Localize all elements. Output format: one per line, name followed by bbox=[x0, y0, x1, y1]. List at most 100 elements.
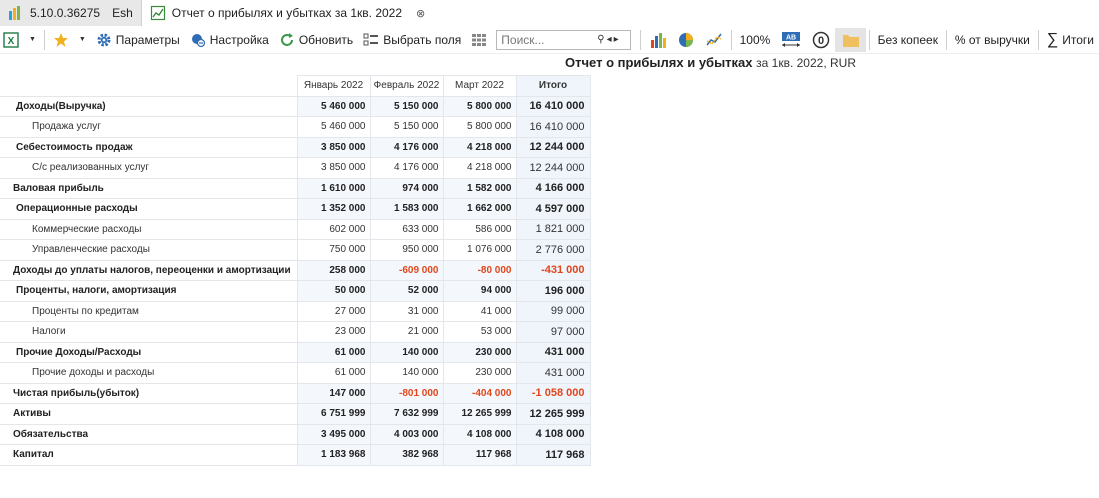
value-cell: 7 632 999 bbox=[370, 403, 444, 425]
table-row[interactable]: Продажа услуг 5 460 000 5 150 000 5 800 000… bbox=[0, 116, 591, 138]
row-label: Управленческие расходы bbox=[0, 239, 298, 261]
value-cell: 21 000 bbox=[370, 321, 444, 343]
table-row[interactable]: Налоги 23 000 21 000 53 000 97 000 bbox=[0, 321, 591, 343]
toolbar-separator bbox=[730, 29, 732, 50]
table-row[interactable]: Прочие Доходы/Расходы 61 000 140 000 230 00… bbox=[0, 342, 591, 363]
value-cell: 750 000 bbox=[297, 239, 371, 261]
params-button[interactable]: Параметры bbox=[91, 28, 185, 52]
sigma-icon: ∑ bbox=[1046, 30, 1059, 48]
close-tab-icon[interactable]: ⊗ bbox=[416, 7, 425, 20]
value-cell: 258 000 bbox=[297, 260, 371, 281]
value-cell: 53 000 bbox=[443, 321, 517, 343]
row-label: Коммерческие расходы bbox=[0, 219, 298, 240]
favorites-dropdown[interactable]: ▼ bbox=[74, 28, 91, 52]
excel-export-button[interactable]: X bbox=[0, 28, 24, 52]
row-label: Доходы до уплаты налогов, переоценки и а… bbox=[0, 260, 298, 281]
total-cell: 431 000 bbox=[516, 342, 591, 363]
table-row[interactable]: Чистая прибыль(убыток) 147 000 -801 000 -40… bbox=[0, 383, 591, 404]
value-cell: 140 000 bbox=[370, 342, 444, 363]
line-chart-icon bbox=[705, 31, 723, 49]
table-row[interactable]: Проценты по кредитам 27 000 31 000 41 000 99… bbox=[0, 301, 591, 322]
search-nav-icons[interactable]: ⚲◂▸ bbox=[597, 34, 620, 45]
total-cell: 12 244 000 bbox=[516, 137, 591, 158]
grid-view-button[interactable] bbox=[466, 28, 492, 52]
refresh-label: Обновить bbox=[298, 32, 354, 47]
tab-report-title: Отчет о прибылях и убытках за 1кв. 2022 bbox=[171, 6, 403, 20]
tab-report[interactable]: Отчет о прибылях и убытках за 1кв. 2022 … bbox=[141, 0, 434, 26]
excel-export-dropdown[interactable]: ▼ bbox=[24, 28, 41, 52]
table-row[interactable]: Валовая прибыль 1 610 000 974 000 1 582 000… bbox=[0, 178, 591, 199]
value-cell: 140 000 bbox=[370, 362, 444, 384]
no-kopecks-button[interactable]: Без копеек bbox=[873, 28, 943, 52]
folder-toggle-button[interactable] bbox=[835, 27, 866, 52]
table-row[interactable]: Активы 6 751 999 7 632 999 12 265 999 12 265… bbox=[0, 403, 591, 425]
report-chart-icon bbox=[150, 5, 166, 21]
value-cell: 3 495 000 bbox=[297, 424, 371, 445]
value-cell: 586 000 bbox=[443, 219, 517, 240]
row-label: Доходы(Выручка) bbox=[0, 96, 298, 117]
row-label: Чистая прибыль(убыток) bbox=[0, 383, 298, 404]
total-cell: 12 265 999 bbox=[516, 403, 591, 425]
value-cell: 230 000 bbox=[443, 362, 517, 384]
revenue-pct-label: % от выручки bbox=[954, 32, 1030, 47]
toolbar: X ▼ ▼ Параметры Настройка Обновить Выбра… bbox=[0, 26, 1099, 54]
ab-width-icon: AB bbox=[780, 31, 802, 49]
table-row[interactable]: Операционные расходы 1 352 000 1 583 000 1 … bbox=[0, 198, 591, 220]
column-header-total[interactable]: Итого bbox=[516, 75, 591, 97]
header-blank-cell bbox=[0, 75, 298, 97]
table-row[interactable]: Доходы до уплаты налогов, переоценки и а… bbox=[0, 260, 591, 281]
column-header[interactable]: Январь 2022 bbox=[297, 75, 371, 97]
app-tab[interactable]: 5.10.0.36275 Esh bbox=[0, 0, 142, 26]
table-row[interactable]: Себестоимость продаж 3 850 000 4 176 000 4 … bbox=[0, 137, 591, 158]
table-row[interactable]: Обязательства 3 495 000 4 003 000 4 108 000… bbox=[0, 424, 591, 445]
value-cell: 52 000 bbox=[370, 280, 444, 302]
column-header[interactable]: Март 2022 bbox=[443, 75, 517, 97]
chevron-down-icon: ▼ bbox=[78, 36, 86, 43]
toolbar-separator bbox=[639, 29, 641, 50]
report-title: Отчет о прибылях и убытках за 1кв. 2022,… bbox=[565, 55, 856, 70]
fields-list-icon bbox=[363, 32, 379, 48]
zoom-button[interactable]: 100% bbox=[735, 28, 776, 52]
value-cell: 5 800 000 bbox=[443, 96, 517, 117]
gear-icon bbox=[96, 32, 112, 48]
value-cell: 5 460 000 bbox=[297, 96, 371, 117]
table-row[interactable]: Коммерческие расходы 602 000 633 000 586 00… bbox=[0, 219, 591, 240]
table-row[interactable]: Проценты, налоги, амортизация 50 000 52 00… bbox=[0, 280, 591, 302]
totals-button[interactable]: ∑ Итоги bbox=[1042, 28, 1099, 52]
value-cell: 23 000 bbox=[297, 321, 371, 343]
report-title-sub: за 1кв. 2022, RUR bbox=[756, 56, 856, 70]
setup-button[interactable]: Настройка bbox=[185, 28, 274, 52]
value-cell: 230 000 bbox=[443, 342, 517, 363]
bar-chart-button[interactable] bbox=[644, 28, 672, 52]
table-row[interactable]: Капитал 1 183 968 382 968 117 968 117 968 bbox=[0, 444, 591, 466]
column-header[interactable]: Февраль 2022 bbox=[370, 75, 444, 97]
value-cell: 4 003 000 bbox=[370, 424, 444, 445]
pie-chart-button[interactable] bbox=[672, 28, 700, 52]
row-label: Проценты по кредитам bbox=[0, 301, 298, 322]
value-cell: 94 000 bbox=[443, 280, 517, 302]
revenue-pct-button[interactable]: % от выручки bbox=[950, 28, 1035, 52]
value-cell: 5 460 000 bbox=[297, 116, 371, 138]
column-width-button[interactable]: AB bbox=[775, 28, 807, 52]
refresh-button[interactable]: Обновить bbox=[274, 28, 358, 52]
value-cell: 1 662 000 bbox=[443, 198, 517, 220]
table-row[interactable]: Доходы(Выручка) 5 460 000 5 150 000 5 800 0… bbox=[0, 96, 591, 117]
line-chart-button[interactable] bbox=[700, 28, 728, 52]
search-input[interactable] bbox=[501, 32, 598, 47]
total-cell: 1 821 000 bbox=[516, 219, 591, 240]
row-label: Активы bbox=[0, 403, 298, 425]
total-cell: 4 597 000 bbox=[516, 198, 591, 220]
value-cell: 1 582 000 bbox=[443, 178, 517, 199]
table-row[interactable]: Прочие доходы и расходы 61 000 140 000 230 … bbox=[0, 362, 591, 384]
row-label: Прочие доходы и расходы bbox=[0, 362, 298, 384]
favorites-button[interactable] bbox=[48, 28, 74, 52]
row-label: Прочие Доходы/Расходы bbox=[0, 342, 298, 363]
grid-icon bbox=[471, 32, 487, 48]
setup-icon bbox=[190, 32, 206, 48]
hide-zeros-button[interactable]: 0 bbox=[807, 28, 835, 52]
value-cell: 1 352 000 bbox=[297, 198, 371, 220]
table-row[interactable]: Управленческие расходы 750 000 950 000 1 07… bbox=[0, 239, 591, 261]
select-fields-button[interactable]: Выбрать поля bbox=[358, 28, 466, 52]
total-cell: 97 000 bbox=[516, 321, 591, 343]
table-row[interactable]: С/с реализованных услуг 3 850 000 4 176 00… bbox=[0, 157, 591, 179]
